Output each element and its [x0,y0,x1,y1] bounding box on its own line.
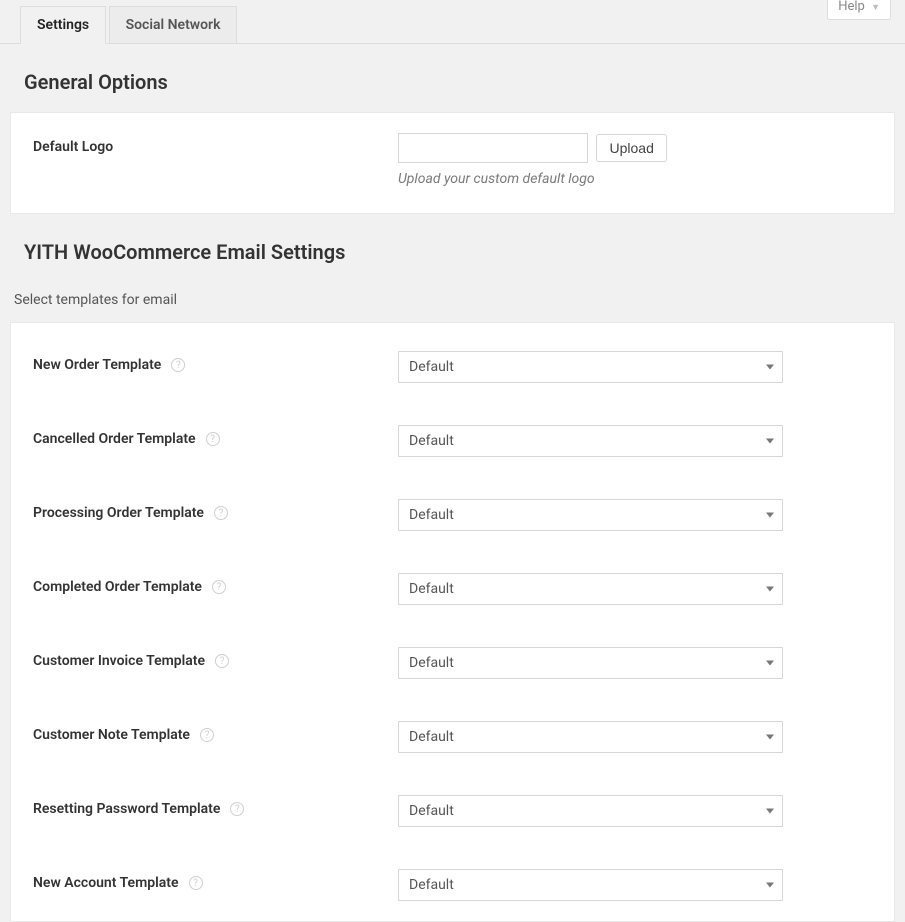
chevron-down-icon [766,587,774,592]
select-value: Default [409,581,454,597]
select-value: Default [409,655,454,671]
customer-invoice-template-select[interactable]: Default [398,647,783,679]
row-label: Processing Order Template ? [33,499,398,521]
completed-order-template-row: Completed Order Template ? Default [33,573,872,605]
completed-order-template-select[interactable]: Default [398,573,783,605]
help-icon[interactable]: ? [212,580,226,594]
select-value: Default [409,507,454,523]
row-control: Default [398,869,872,901]
row-label-text: Customer Invoice Template [33,653,205,669]
customer-note-template-select[interactable]: Default [398,721,783,753]
help-icon[interactable]: ? [206,432,220,446]
default-logo-label-text: Default Logo [33,139,113,155]
row-label: Customer Invoice Template ? [33,647,398,669]
select-value: Default [409,433,454,449]
help-icon[interactable]: ? [200,728,214,742]
row-control: Default [398,499,872,531]
row-label-text: New Account Template [33,875,179,891]
cancelled-order-template-row: Cancelled Order Template ? Default [33,425,872,457]
default-logo-control: Upload Upload your custom default logo [398,133,872,187]
select-value: Default [409,877,454,893]
new-order-template-row: New Order Template ? Default [33,351,872,383]
row-label-text: New Order Template [33,357,161,373]
row-label-text: Resetting Password Template [33,801,220,817]
email-settings-heading: YITH WooCommerce Email Settings [0,214,905,282]
help-icon[interactable]: ? [171,358,185,372]
row-control: Default [398,795,872,827]
row-control: Default [398,351,872,383]
tabs: Settings Social Network [20,6,236,44]
default-logo-row: Default Logo Upload Upload your custom d… [33,133,872,187]
select-value: Default [409,803,454,819]
customer-invoice-template-row: Customer Invoice Template ? Default [33,647,872,679]
row-label: Customer Note Template ? [33,721,398,743]
resetting-password-template-row: Resetting Password Template ? Default [33,795,872,827]
upload-hint: Upload your custom default logo [398,171,872,187]
help-icon[interactable]: ? [230,802,244,816]
email-templates-panel: New Order Template ? Default Cancelled O… [10,322,895,922]
resetting-password-template-select[interactable]: Default [398,795,783,827]
upload-button[interactable]: Upload [596,134,666,162]
help-icon[interactable]: ? [214,506,228,520]
row-control: Default [398,647,872,679]
topbar: Help ▼ Settings Social Network [0,0,905,44]
default-logo-input[interactable] [398,133,588,163]
cancelled-order-template-select[interactable]: Default [398,425,783,457]
help-icon[interactable]: ? [189,876,203,890]
row-label: New Account Template ? [33,869,398,891]
row-label-text: Cancelled Order Template [33,431,196,447]
general-options-heading: General Options [0,44,905,112]
chevron-down-icon [766,883,774,888]
customer-note-template-row: Customer Note Template ? Default [33,721,872,753]
select-value: Default [409,359,454,375]
row-control: Default [398,721,872,753]
general-options-panel: Default Logo Upload Upload your custom d… [10,112,895,214]
row-label: New Order Template ? [33,351,398,373]
new-order-template-select[interactable]: Default [398,351,783,383]
select-value: Default [409,729,454,745]
row-label-text: Completed Order Template [33,579,202,595]
processing-order-template-select[interactable]: Default [398,499,783,531]
processing-order-template-row: Processing Order Template ? Default [33,499,872,531]
row-label: Cancelled Order Template ? [33,425,398,447]
new-account-template-row: New Account Template ? Default [33,869,872,901]
tab-settings[interactable]: Settings [20,6,106,44]
chevron-down-icon: ▼ [871,3,880,13]
tab-social-network[interactable]: Social Network [109,6,238,44]
help-icon[interactable]: ? [215,654,229,668]
chevron-down-icon [766,661,774,666]
row-control: Default [398,573,872,605]
email-settings-subtext: Select templates for email [0,282,905,322]
chevron-down-icon [766,809,774,814]
row-label-text: Processing Order Template [33,505,204,521]
chevron-down-icon [766,735,774,740]
row-label: Completed Order Template ? [33,573,398,595]
chevron-down-icon [766,513,774,518]
row-label-text: Customer Note Template [33,727,190,743]
row-label: Resetting Password Template ? [33,795,398,817]
new-account-template-select[interactable]: Default [398,869,783,901]
chevron-down-icon [766,365,774,370]
default-logo-label: Default Logo [33,133,398,155]
row-control: Default [398,425,872,457]
chevron-down-icon [766,439,774,444]
help-label: Help [838,0,865,14]
help-dropdown[interactable]: Help ▼ [827,0,891,20]
